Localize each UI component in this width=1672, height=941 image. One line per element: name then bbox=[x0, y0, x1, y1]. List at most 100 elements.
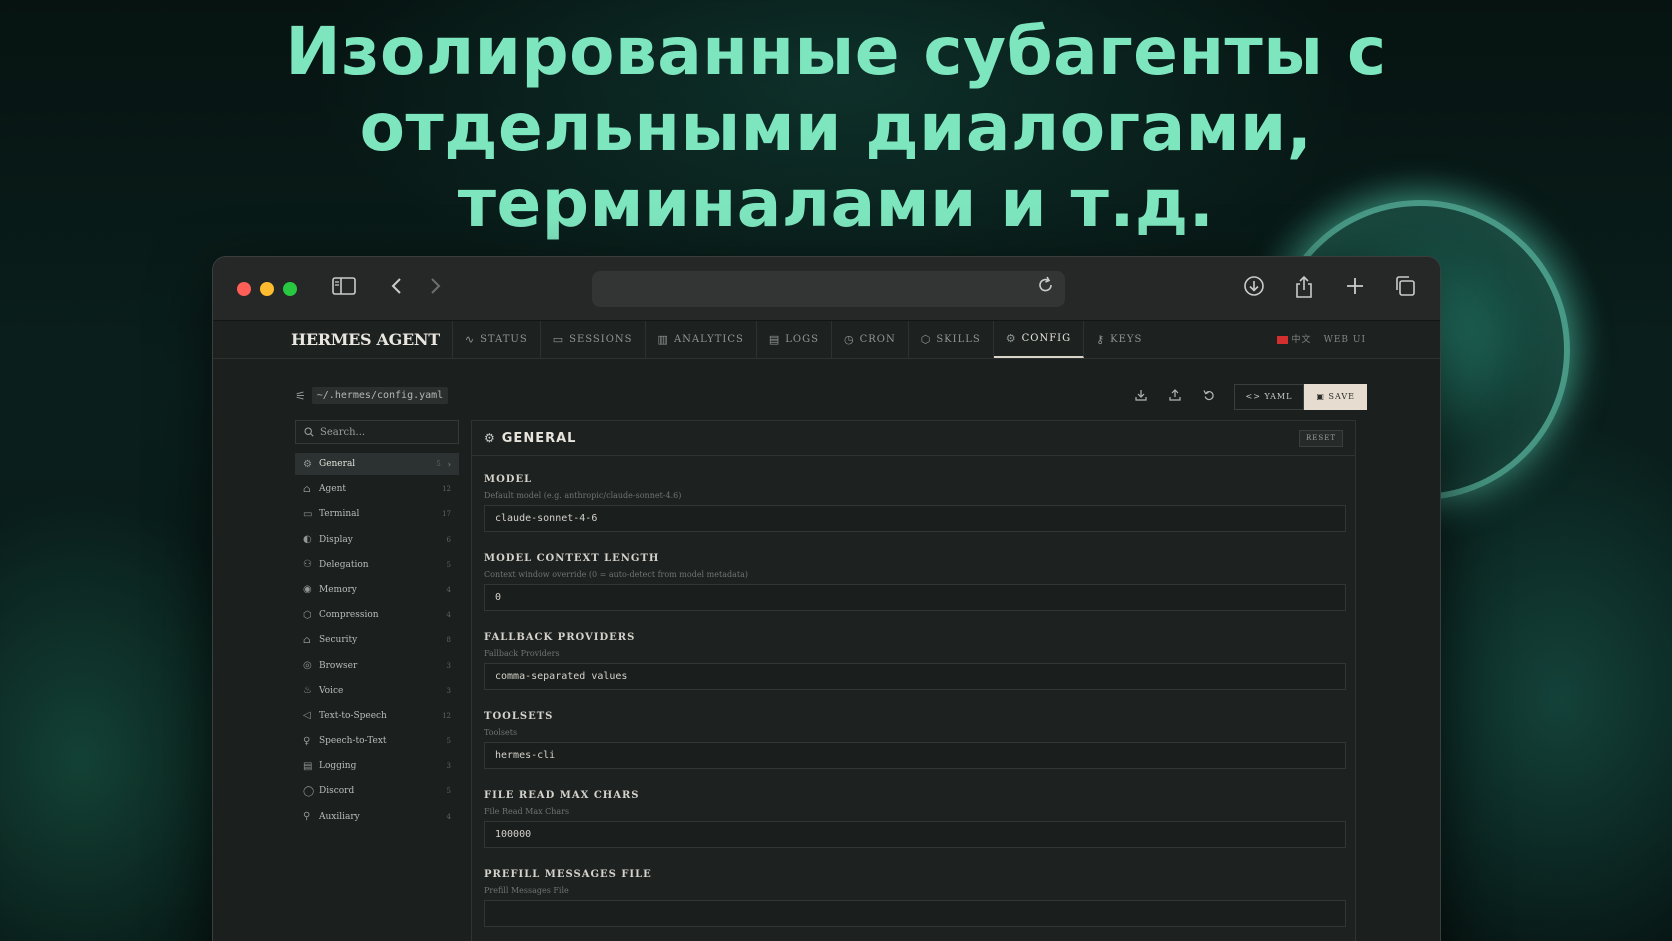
sidebar-item-label: Display bbox=[319, 534, 353, 545]
panel-header: ⚙ GENERAL RESET bbox=[472, 421, 1355, 456]
fallback-providers-input[interactable]: comma-separated values bbox=[484, 663, 1346, 690]
users-icon: ⚇ bbox=[303, 559, 312, 571]
lock-icon: ⌂ bbox=[303, 634, 311, 646]
field-label: TOOLSETS bbox=[484, 711, 554, 722]
tab-status-label: STATUS bbox=[480, 334, 528, 345]
sidebar-item-agent[interactable]: ⌂ Agent 12 bbox=[295, 478, 459, 500]
tab-sessions-label: SESSIONS bbox=[569, 334, 633, 345]
sidebar-item-count: 5 bbox=[446, 737, 451, 746]
forward-icon[interactable] bbox=[421, 275, 449, 303]
sidebar-item-general[interactable]: ⚙ General 5 › bbox=[295, 453, 459, 475]
export-icon[interactable] bbox=[1124, 384, 1158, 410]
sidebar-item-discord[interactable]: ◯ Discord 5 bbox=[295, 780, 459, 802]
sidebar-item-count: 4 bbox=[446, 812, 451, 821]
message-circle-icon: ◯ bbox=[303, 785, 315, 797]
search-icon bbox=[304, 427, 314, 437]
tab-skills-label: SKILLS bbox=[936, 334, 981, 345]
sidebar-item-text-to-speech[interactable]: ◁ Text-to-Speech 12 bbox=[295, 705, 459, 727]
file-read-max-chars-input[interactable]: 100000 bbox=[484, 821, 1346, 848]
config-sidebar: Search... ⚙ General 5 › ⌂ Agent 12 ▭ Ter… bbox=[295, 420, 459, 831]
field-description: File Read Max Chars bbox=[484, 807, 570, 816]
sidebar-item-terminal[interactable]: ▭ Terminal 17 bbox=[295, 503, 459, 525]
sidebar-item-count: 8 bbox=[446, 636, 451, 645]
sidebar-item-compression[interactable]: ⬡ Compression 4 bbox=[295, 604, 459, 626]
sidebar-item-display[interactable]: ◐ Display 6 bbox=[295, 529, 459, 551]
tab-keys-label: KEYS bbox=[1110, 334, 1143, 345]
sidebar-item-security[interactable]: ⌂ Security 8 bbox=[295, 629, 459, 651]
sidebar-item-count: 3 bbox=[446, 762, 451, 771]
toolsets-input[interactable]: hermes-cli bbox=[484, 742, 1346, 769]
tab-cron-label: CRON bbox=[859, 334, 896, 345]
microphone-icon: ♨ bbox=[303, 685, 312, 697]
config-path: ~/.hermes/config.yaml bbox=[311, 387, 449, 404]
tab-cron[interactable]: ◷ CRON bbox=[832, 321, 909, 358]
sidebar-item-auxiliary[interactable]: ⚲ Auxiliary 4 bbox=[295, 806, 459, 828]
app-navbar: HERMES AGENT ∿ STATUS ▭ SESSIONS ▥ ANALY… bbox=[213, 321, 1440, 359]
config-path-bar: ⚟ ~/.hermes/config.yaml bbox=[295, 387, 449, 404]
import-icon[interactable] bbox=[1158, 384, 1192, 410]
sidebar-item-memory[interactable]: ◉ Memory 4 bbox=[295, 579, 459, 601]
tab-status[interactable]: ∿ STATUS bbox=[453, 321, 541, 358]
sidebar-item-label: Speech-to-Text bbox=[319, 736, 387, 747]
headline-line-3: терминалами и т.д. bbox=[457, 165, 1215, 242]
save-button[interactable]: ▣ SAVE bbox=[1304, 384, 1367, 410]
sidebar-item-count: 3 bbox=[446, 686, 451, 695]
model-context-length-input[interactable]: 0 bbox=[484, 584, 1346, 611]
sidebar-item-label: Memory bbox=[319, 584, 357, 595]
sidebar-item-label: Security bbox=[319, 635, 358, 646]
maximize-window-button[interactable] bbox=[283, 282, 297, 296]
undo-icon[interactable] bbox=[1192, 384, 1226, 410]
headline-line-1: Изолированные субагенты с bbox=[285, 13, 1387, 90]
prefill-messages-file-input[interactable] bbox=[484, 900, 1346, 927]
tabs-overview-icon[interactable] bbox=[1391, 275, 1419, 304]
search-placeholder: Search... bbox=[320, 426, 366, 438]
tab-sessions[interactable]: ▭ SESSIONS bbox=[541, 321, 646, 358]
sidebar-item-count: 12 bbox=[442, 711, 451, 720]
bar-chart-icon: ▥ bbox=[657, 333, 669, 346]
field-description: Prefill Messages File bbox=[484, 886, 569, 895]
sidebar-item-label: Browser bbox=[319, 660, 358, 671]
tab-config[interactable]: ⚙ CONFIG bbox=[993, 321, 1085, 358]
sidebar-item-label: Logging bbox=[319, 761, 357, 772]
back-icon[interactable] bbox=[383, 275, 411, 303]
tab-logs-label: LOGS bbox=[785, 334, 819, 345]
sidebar-item-count: 5 bbox=[446, 787, 451, 796]
reload-icon[interactable] bbox=[1033, 275, 1059, 303]
chat-icon: ▭ bbox=[552, 333, 565, 346]
minimize-window-button[interactable] bbox=[260, 282, 274, 296]
webui-label: WEB UI bbox=[1323, 335, 1366, 345]
sidebar-item-label: Auxiliary bbox=[319, 811, 360, 822]
field-fallback-providers: FALLBACK PROVIDERS Fallback Providers co… bbox=[484, 632, 1346, 690]
tab-analytics[interactable]: ▥ ANALYTICS bbox=[646, 321, 757, 358]
yaml-button[interactable]: <> YAML bbox=[1233, 384, 1305, 410]
brand-logo[interactable]: HERMES AGENT bbox=[291, 321, 453, 358]
globe-icon: ◎ bbox=[303, 660, 312, 671]
address-bar[interactable] bbox=[592, 271, 1065, 307]
model-input[interactable]: claude-sonnet-4-6 bbox=[484, 505, 1346, 532]
share-icon[interactable] bbox=[1290, 275, 1318, 306]
save-icon: ▣ bbox=[1316, 392, 1325, 401]
sidebar-item-label: Terminal bbox=[319, 509, 360, 520]
sidebar-item-speech-to-text[interactable]: ♀ Speech-to-Text 5 bbox=[295, 730, 459, 752]
sidebar-item-count: 5 bbox=[436, 460, 441, 468]
search-input[interactable]: Search... bbox=[295, 420, 459, 444]
close-window-button[interactable] bbox=[237, 282, 251, 296]
sidebar-icon[interactable] bbox=[330, 275, 358, 303]
language-label: 中文 bbox=[1291, 335, 1312, 345]
reset-button[interactable]: RESET bbox=[1299, 430, 1343, 447]
sidebar-item-browser[interactable]: ◎ Browser 3 bbox=[295, 655, 459, 677]
general-settings-panel: ⚙ GENERAL RESET MODEL Default model (e.g… bbox=[471, 420, 1356, 941]
sidebar-item-count: 5 bbox=[446, 560, 451, 569]
field-model-context-length: MODEL CONTEXT LENGTH Context window over… bbox=[484, 553, 1346, 611]
download-icon[interactable] bbox=[1240, 275, 1268, 304]
language-switch[interactable]: 中文 bbox=[1276, 321, 1312, 359]
tab-logs[interactable]: ▤ LOGS bbox=[757, 321, 832, 358]
sidebar-item-count: 4 bbox=[446, 585, 451, 594]
tab-keys[interactable]: ⚷ KEYS bbox=[1084, 321, 1154, 358]
tab-skills[interactable]: ⬡ SKILLS bbox=[909, 321, 994, 358]
code-icon: <> bbox=[1245, 392, 1261, 401]
sidebar-item-logging[interactable]: ▤ Logging 3 bbox=[295, 755, 459, 777]
new-tab-icon[interactable] bbox=[1341, 275, 1369, 303]
sidebar-item-delegation[interactable]: ⚇ Delegation 5 bbox=[295, 554, 459, 576]
sidebar-item-voice[interactable]: ♨ Voice 3 bbox=[295, 680, 459, 702]
